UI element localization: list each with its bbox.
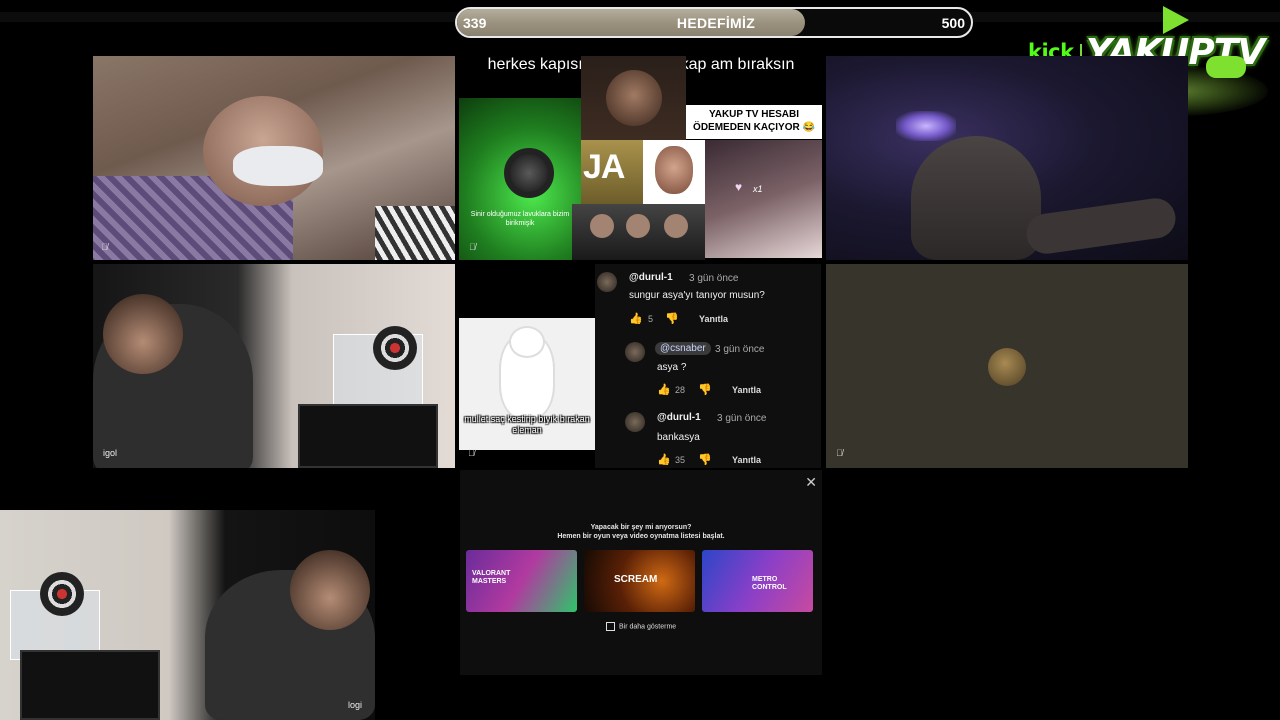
avatar[interactable]: [625, 412, 645, 432]
card-title: SCREAM: [614, 574, 658, 585]
scene-face: [606, 70, 662, 126]
scene-stripe: [375, 206, 455, 260]
thumbs-down-icon[interactable]: 👎: [698, 383, 712, 396]
like-count: 5: [648, 314, 654, 324]
activity-card-valorant[interactable]: VALORANT MASTERS: [466, 550, 577, 612]
play-icon: [1163, 6, 1189, 34]
scene-arm: [1023, 195, 1179, 257]
scene-person: [590, 214, 614, 238]
popup-subtitle: Hemen bir oyun veya video oynatma listes…: [557, 533, 725, 540]
meme-ja: JA: [581, 140, 643, 204]
comment-time: 3 gün önce: [689, 273, 739, 284]
meme-chat-screenshot: ♥ x1: [705, 140, 822, 258]
dont-show-again-label: Bir daha gösterme: [619, 623, 677, 631]
goal-progress-bar: 339 HEDEFİMİZ 500: [455, 7, 973, 38]
headset-icon: [504, 148, 554, 198]
avatar[interactable]: [597, 272, 617, 292]
michelin-head: [511, 328, 543, 356]
scene-head: [103, 294, 183, 374]
card-title: METRO CONTROL: [752, 576, 787, 591]
dartboard: [373, 326, 417, 370]
meme-green-headset: Sinir olduğumuz lavuklara bizim birikmiş…: [459, 98, 581, 260]
gamepad-icon: [1206, 56, 1246, 78]
scene-person: [626, 214, 650, 238]
scene-person: [664, 214, 688, 238]
mic-muted-icon[interactable]: 🎙̸: [468, 448, 475, 458]
goal-target-value: 500: [941, 15, 965, 31]
meme-green-caption: Sinir olduğumuz lavuklara bizim birikmiş…: [470, 211, 570, 227]
goal-title: HEDEFİMİZ: [676, 15, 756, 31]
video-tile-bottom-left[interactable]: logi: [0, 510, 375, 720]
reply-button[interactable]: Yanıtla: [732, 385, 761, 395]
video-tile-mid-right[interactable]: 🎙̸: [826, 264, 1188, 468]
activity-card-metro-control[interactable]: METRO CONTROL: [702, 550, 813, 612]
comment-time: 3 gün önce: [717, 413, 767, 424]
activity-card-scream[interactable]: SCREAM: [584, 550, 695, 612]
dartboard: [40, 572, 84, 616]
scene-mask: [233, 146, 323, 186]
ja-text: JA: [583, 148, 625, 186]
scene-head: [290, 550, 370, 630]
scene-person: [911, 136, 1041, 260]
thumbs-up-icon[interactable]: 👍: [657, 383, 671, 396]
close-icon[interactable]: ✕: [805, 474, 817, 491]
mic-muted-icon[interactable]: 🎙̸: [469, 242, 476, 252]
thumbs-up-icon[interactable]: 👍: [657, 453, 671, 466]
reply-button[interactable]: Yanıtla: [699, 314, 728, 324]
comments-panel: @durul-1 3 gün önce sungur asya'yı tanıy…: [595, 264, 821, 468]
multiplier-label: x1: [753, 184, 763, 194]
reply-button[interactable]: Yanıtla: [732, 455, 761, 465]
meme-portrait: [643, 140, 705, 204]
like-count: 28: [675, 385, 686, 395]
meme-michelin-caption: mullet saç kestirip bıyık bırakan eleman: [464, 414, 590, 435]
thumbs-up-icon[interactable]: 👍: [629, 312, 643, 325]
scene-lamp: [896, 111, 956, 141]
camera-brand-label: logi: [348, 700, 363, 710]
comment-username[interactable]: @csnaber: [655, 342, 711, 355]
scene-monitor: [298, 404, 438, 468]
card-title: VALORANT MASTERS: [472, 570, 511, 585]
video-tile-top-left[interactable]: 🎙̸: [93, 56, 455, 260]
dont-show-again[interactable]: Bir daha gösterme: [606, 622, 676, 631]
popup-title: Yapacak bir şey mi arıyorsun?: [590, 524, 692, 531]
mic-muted-icon[interactable]: 🎙̸: [101, 242, 108, 252]
comment-time: 3 gün önce: [715, 344, 765, 355]
heart-icon: ♥: [735, 180, 743, 194]
comment-text: bankasya: [657, 432, 700, 443]
dont-show-again-checkbox[interactable]: [606, 622, 615, 631]
meme-group-photo: [572, 204, 705, 260]
video-tile-top-right[interactable]: [826, 56, 1188, 260]
meme-top-face: [581, 56, 686, 140]
avatar: [988, 348, 1026, 386]
scene-face: [655, 146, 693, 194]
meme-michelin: mullet saç kestirip bıyık bırakan eleman: [459, 318, 595, 450]
video-tile-mid-left[interactable]: igol: [93, 264, 455, 468]
comment-text: sungur asya'yı tanıyor musun?: [629, 290, 765, 301]
avatar[interactable]: [625, 342, 645, 362]
meme-banner: YAKUP TV HESABI ÖDEMEDEN KAÇIYOR 😂: [686, 105, 822, 139]
comment-username[interactable]: @durul-1: [629, 272, 673, 283]
comment-username[interactable]: @durul-1: [657, 412, 701, 423]
thumbs-down-icon[interactable]: 👎: [665, 312, 679, 325]
thumbs-down-icon[interactable]: 👎: [698, 453, 712, 466]
comment-text: asya ?: [657, 362, 687, 373]
like-count: 35: [675, 455, 686, 465]
camera-brand-label: igol: [103, 448, 118, 458]
scene-monitor: [20, 650, 160, 720]
activity-popup: ✕ Yapacak bir şey mi arıyorsun? Hemen bi…: [460, 470, 822, 675]
mic-muted-icon[interactable]: 🎙̸: [836, 448, 843, 458]
